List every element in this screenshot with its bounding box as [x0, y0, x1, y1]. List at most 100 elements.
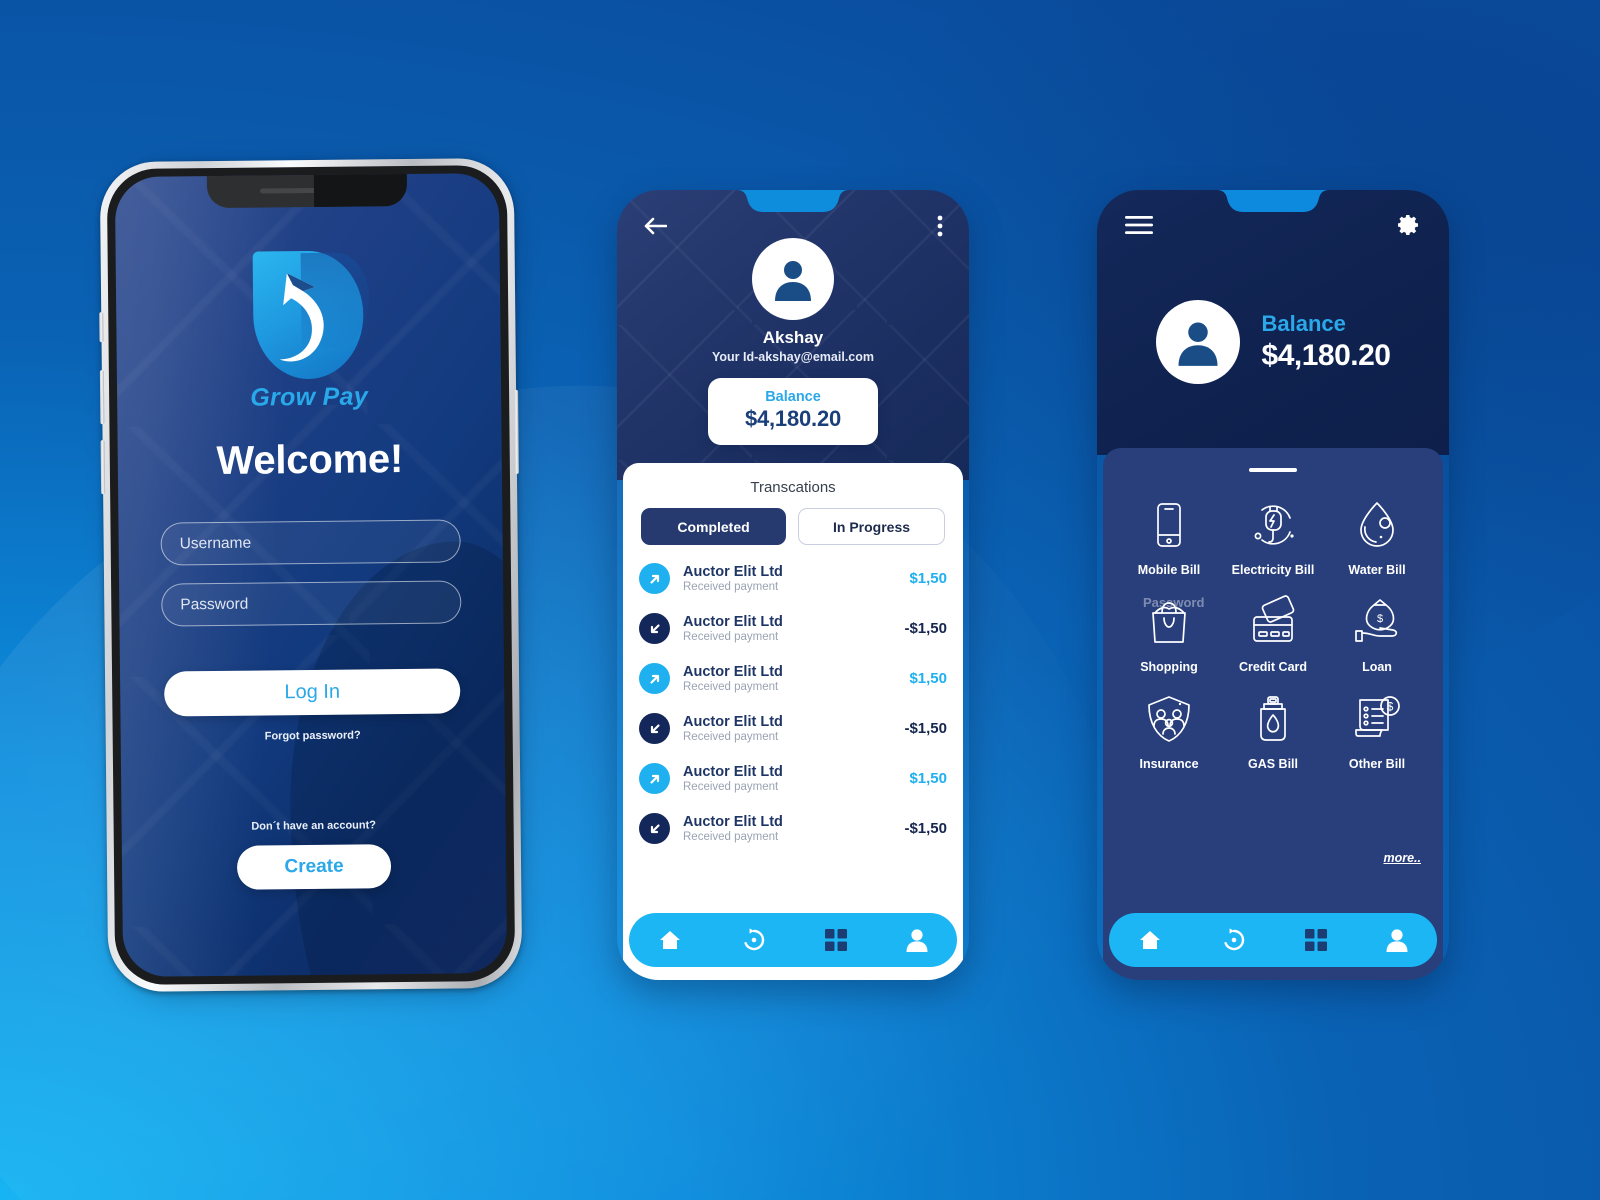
- grid-icon: [1305, 929, 1328, 954]
- user-avatar-icon: [1178, 322, 1218, 366]
- phone-frame: Grow Pay Welcome! Log In Forgot password…: [99, 157, 523, 993]
- transaction-note: Received payment: [683, 781, 779, 794]
- bottom-nav-bar: [1109, 913, 1437, 967]
- transaction-name: Auctor Elit Ltd: [683, 813, 783, 830]
- service-item[interactable]: $ Other Bill: [1325, 688, 1429, 771]
- service-label: GAS Bill: [1247, 757, 1298, 771]
- service-label: Electricity Bill: [1231, 563, 1315, 577]
- service-item[interactable]: $ Loan: [1325, 591, 1429, 674]
- service-item[interactable]: Electricity Bill: [1221, 494, 1325, 577]
- hamburger-menu-icon[interactable]: [1121, 211, 1157, 239]
- transaction-row[interactable]: Auctor Elit Ltd Received payment $1,50: [639, 653, 947, 703]
- nav-history[interactable]: [737, 923, 771, 957]
- grid-icon: [825, 929, 848, 954]
- balance-amount: $4,180.20: [744, 406, 842, 431]
- credit-card-icon: [1246, 591, 1300, 653]
- home-icon: [1138, 931, 1162, 955]
- user-email: Your Id-akshay@email.com: [711, 350, 874, 364]
- transaction-amount: $1,50: [909, 670, 947, 687]
- transaction-amount: -$1,50: [904, 620, 947, 637]
- water-drop-icon: [1351, 494, 1403, 556]
- bottom-nav-bar: [629, 913, 957, 967]
- more-link[interactable]: more..: [1383, 851, 1421, 865]
- smartphone-icon: [1143, 494, 1195, 556]
- service-label: Credit Card: [1238, 660, 1308, 674]
- transaction-tabs: Completed In Progress: [623, 508, 963, 549]
- service-item[interactable]: Mobile Bill: [1117, 494, 1221, 577]
- transaction-note: Received payment: [683, 581, 779, 594]
- volume-down-button: [100, 440, 106, 495]
- balance-amount: $4,180.20: [1261, 339, 1391, 372]
- service-item[interactable]: Insurance: [1117, 688, 1221, 771]
- transaction-name: Auctor Elit Ltd: [683, 613, 783, 630]
- transaction-row[interactable]: Auctor Elit Ltd Received payment -$1,50: [639, 703, 947, 753]
- services-panel: Password Mobile Bill Electricity Bill Wate…: [1103, 448, 1443, 980]
- create-account-button[interactable]: Create: [236, 844, 392, 890]
- service-label: Insurance: [1139, 757, 1199, 771]
- transaction-amount: -$1,50: [904, 720, 947, 737]
- transaction-tab-in-progress[interactable]: In Progress: [798, 508, 945, 545]
- forgot-password-link[interactable]: Forgot password?: [265, 729, 361, 742]
- nav-grid[interactable]: [1301, 925, 1331, 955]
- history-icon: [741, 928, 767, 956]
- transaction-row[interactable]: Auctor Elit Ltd Received payment -$1,50: [639, 803, 947, 853]
- services-topbar: [1097, 208, 1449, 242]
- profile-icon: [906, 929, 928, 955]
- invoice-dollar-icon: $: [1350, 688, 1404, 750]
- transaction-name: Auctor Elit Ltd: [683, 563, 783, 580]
- transaction-amount: $1,50: [909, 770, 947, 787]
- balance-card: Balance $4,180.20: [708, 378, 878, 445]
- nav-home[interactable]: [1134, 924, 1166, 956]
- growth-arrow-logo: [252, 250, 364, 380]
- profile-icon: [1386, 929, 1408, 955]
- brand-name: Grow Pay: [250, 382, 369, 412]
- login-screen: Grow Pay Welcome! Log In Forgot password…: [114, 173, 508, 977]
- service-item[interactable]: Water Bill: [1325, 494, 1429, 577]
- transaction-tab-completed[interactable]: Completed: [641, 508, 786, 545]
- nav-grid[interactable]: [821, 925, 851, 955]
- nav-profile[interactable]: [902, 924, 932, 956]
- home-icon: [658, 931, 682, 955]
- transaction-name: Auctor Elit Ltd: [683, 713, 783, 730]
- volume-up-button: [99, 370, 105, 425]
- nav-home[interactable]: [654, 924, 686, 956]
- transaction-in-icon: [639, 663, 670, 694]
- transaction-name: Auctor Elit Ltd: [683, 663, 783, 680]
- service-label: Mobile Bill: [1137, 563, 1201, 577]
- transaction-row[interactable]: Auctor Elit Ltd Received payment -$1,50: [639, 603, 947, 653]
- username-input[interactable]: [160, 519, 461, 566]
- login-button[interactable]: Log In: [164, 668, 461, 717]
- gas-cylinder-icon: [1247, 688, 1299, 750]
- service-item[interactable]: Shopping: [1117, 591, 1221, 674]
- avatar: [1155, 300, 1240, 384]
- service-label: Loan: [1362, 660, 1392, 674]
- shopping-bag-icon: [1143, 591, 1195, 653]
- balance-label: Balance: [765, 389, 821, 405]
- transaction-in-icon: [639, 763, 670, 794]
- service-item[interactable]: GAS Bill: [1221, 688, 1325, 771]
- svg-text:$: $: [1377, 613, 1383, 625]
- nav-history[interactable]: [1217, 923, 1251, 957]
- avatar: [752, 238, 834, 320]
- login-phone-mockup: Grow Pay Welcome! Log In Forgot password…: [99, 157, 523, 999]
- password-input[interactable]: [161, 580, 462, 627]
- service-label: Water Bill: [1348, 563, 1406, 577]
- balance-row: Balance $4,180.20: [1097, 300, 1449, 384]
- transaction-note: Received payment: [683, 681, 779, 694]
- transaction-in-icon: [639, 563, 670, 594]
- no-account-label: Don´t have an account?: [251, 819, 377, 833]
- gear-icon[interactable]: [1393, 209, 1425, 241]
- service-label: Other Bill: [1348, 757, 1406, 771]
- transactions-card: Transcations Completed In Progress Auctor…: [623, 463, 963, 980]
- transaction-note: Received payment: [683, 831, 779, 844]
- transaction-row[interactable]: Auctor Elit Ltd Received payment $1,50: [639, 753, 947, 803]
- phone-bezel: Grow Pay Welcome! Log In Forgot password…: [106, 164, 516, 986]
- earpiece-speaker: [259, 187, 316, 194]
- mute-switch: [99, 312, 104, 343]
- nav-profile[interactable]: [1382, 924, 1412, 956]
- user-avatar-icon: [775, 261, 811, 301]
- transactions-title: Transcations: [750, 479, 836, 496]
- transaction-row[interactable]: Auctor Elit Ltd Received payment $1,50: [639, 553, 947, 603]
- plug-icon: [1246, 494, 1300, 556]
- service-item[interactable]: Credit Card: [1221, 591, 1325, 674]
